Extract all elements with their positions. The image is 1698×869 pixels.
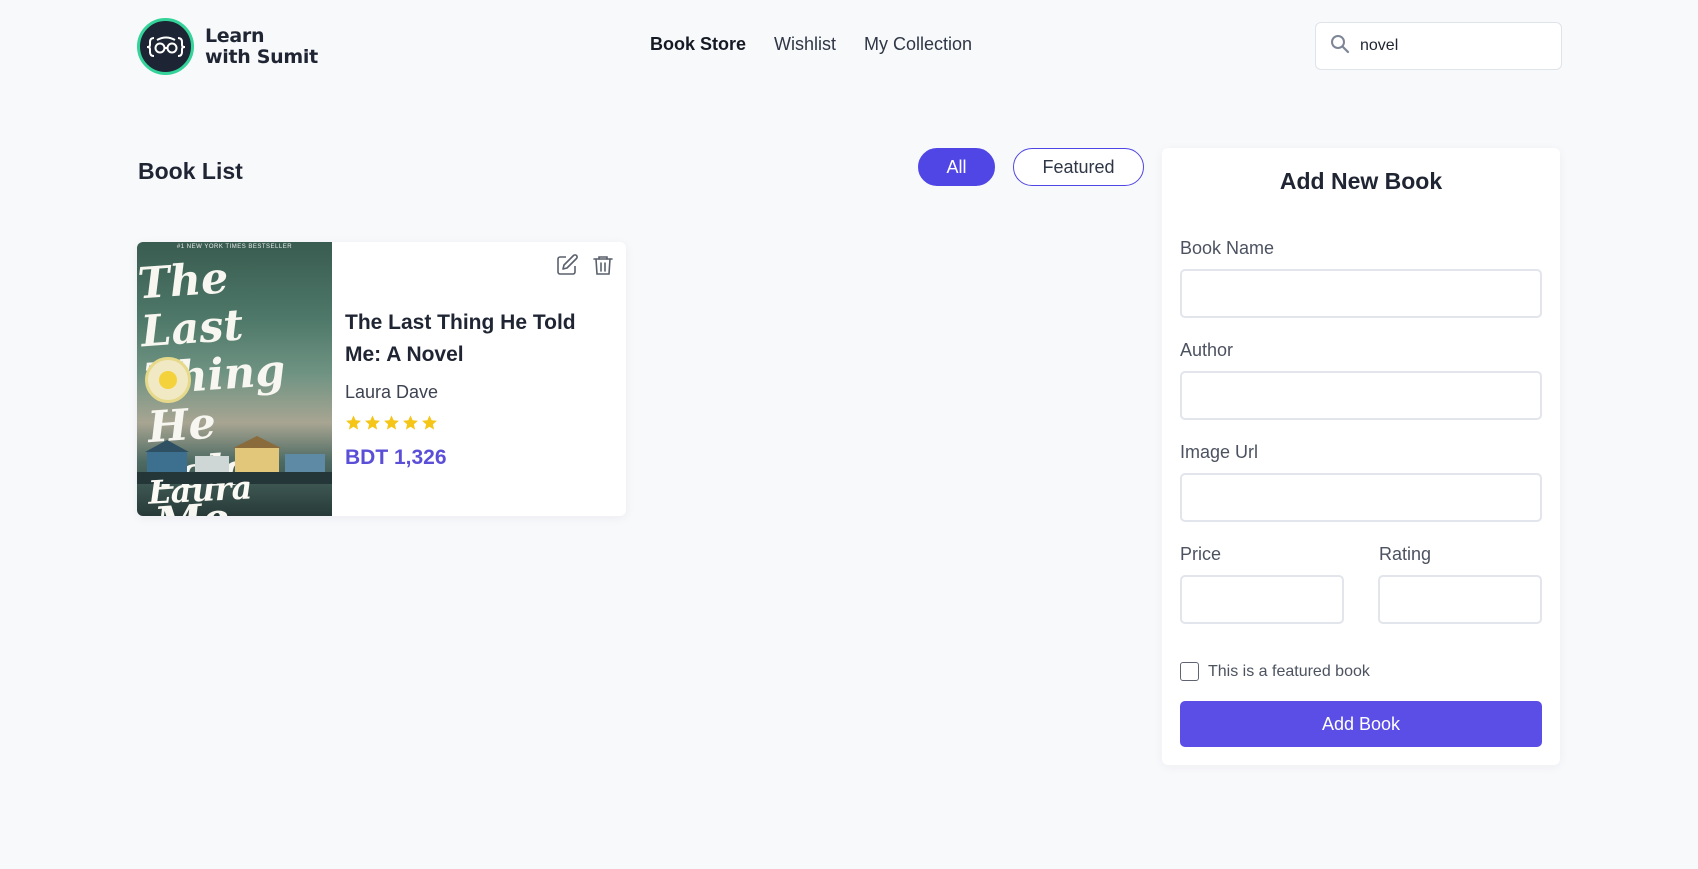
featured-checkbox-row: This is a featured book [1180, 662, 1370, 681]
rating-label: Rating [1379, 544, 1432, 564]
add-book-button[interactable]: Add Book [1180, 701, 1542, 747]
card-actions [554, 252, 616, 278]
search-input[interactable] [1360, 37, 1550, 55]
image-url-label: Image Url [1180, 442, 1259, 462]
nav-wishlist[interactable]: Wishlist [774, 34, 836, 55]
image-url-input[interactable] [1180, 473, 1542, 522]
form-title: Add New Book [1279, 168, 1443, 194]
logo-line-1: Learn [205, 24, 265, 47]
filter-featured-button[interactable]: Featured [1013, 148, 1144, 186]
main-menu: Book Store Wishlist My Collection [650, 34, 972, 55]
search-icon [1330, 34, 1350, 59]
book-cover-image: #1 NEW YORK TIMES BESTSELLER The Last Th… [137, 242, 332, 516]
nav-my-collection[interactable]: My Collection [864, 34, 972, 55]
rating-stars [345, 414, 438, 431]
edit-icon[interactable] [554, 252, 580, 278]
cover-author: Laura Dave [147, 468, 254, 516]
book-name-label: Book Name [1180, 238, 1275, 258]
star-icon [384, 415, 399, 430]
book-author: Laura Dave [345, 382, 439, 402]
featured-checkbox[interactable] [1180, 662, 1199, 681]
logo[interactable]: Learn with Sumit [137, 18, 318, 75]
delete-icon[interactable] [590, 252, 616, 278]
star-icon [346, 415, 361, 430]
search-box[interactable] [1315, 22, 1562, 70]
book-title: The Last Thing He Told Me: A Novel [345, 311, 576, 366]
logo-icon [137, 18, 194, 75]
featured-checkbox-label[interactable]: This is a featured book [1208, 663, 1370, 681]
logo-text: Learn with Sumit [205, 24, 318, 68]
top-navbar: Learn with Sumit Book Store Wishlist My … [0, 0, 1698, 92]
book-name-input[interactable] [1180, 269, 1542, 318]
cover-badge [145, 357, 191, 403]
rating-input[interactable] [1378, 575, 1542, 624]
star-icon [365, 415, 380, 430]
book-card: #1 NEW YORK TIMES BESTSELLER The Last Th… [137, 242, 626, 516]
nav-book-store[interactable]: Book Store [650, 34, 746, 55]
book-list-title: Book List [138, 158, 243, 184]
price-input[interactable] [1180, 575, 1344, 624]
filter-all-button[interactable]: All [918, 148, 995, 186]
star-icon [422, 415, 437, 430]
author-input[interactable] [1180, 371, 1542, 420]
star-icon [403, 415, 418, 430]
add-book-panel: Add New Book Book Name Author Image Url … [1162, 148, 1560, 765]
author-label: Author [1180, 340, 1234, 360]
logo-line-2: with Sumit [205, 45, 318, 68]
price-label: Price [1180, 544, 1222, 564]
book-price: BDT 1,326 [345, 446, 447, 469]
